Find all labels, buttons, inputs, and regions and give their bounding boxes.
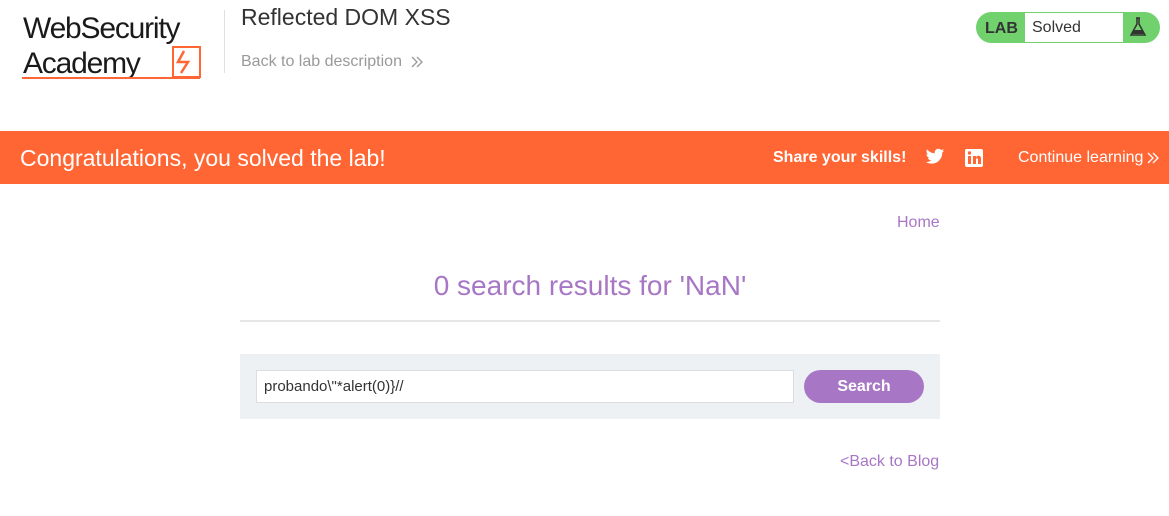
linkedin-icon[interactable]	[964, 148, 984, 168]
logo-line1: WebSecurity	[23, 12, 181, 45]
back-to-lab-description-link[interactable]: Back to lab description	[241, 53, 424, 71]
header-divider	[224, 10, 225, 73]
logo-line2: Academy	[23, 47, 141, 80]
search-results-heading: 0 search results for 'NaN'	[433, 270, 747, 301]
back-to-blog-link[interactable]: <Back to Blog	[840, 453, 939, 471]
results-divider	[240, 320, 940, 322]
double-chevron-right-icon	[411, 56, 423, 68]
continue-learning-label: Continue learning	[1018, 149, 1144, 166]
solved-banner: Congratulations, you solved the lab! Sha…	[0, 131, 1169, 184]
flask-icon	[1129, 17, 1147, 36]
lab-status-state: Solved	[1025, 13, 1123, 42]
back-to-lab-description-label: Back to lab description	[241, 53, 402, 70]
search-button[interactable]: Search	[804, 370, 924, 403]
lab-status-widget: LAB Solved	[976, 12, 1160, 43]
search-input[interactable]	[256, 370, 794, 403]
lab-status-label: LAB	[985, 20, 1018, 37]
home-link[interactable]: Home	[897, 214, 940, 232]
continue-learning-link[interactable]: Continue learning	[1018, 149, 1160, 167]
twitter-icon[interactable]	[925, 148, 945, 166]
congratulations-message: Congratulations, you solved the lab!	[20, 145, 386, 171]
web-security-academy-logo[interactable]: WebSecurity Academy	[22, 10, 222, 82]
lab-title: Reflected DOM XSS	[241, 4, 451, 30]
share-skills-label: Share your skills!	[773, 149, 907, 166]
search-panel: Search	[240, 354, 940, 419]
double-chevron-right-icon	[1147, 152, 1160, 164]
